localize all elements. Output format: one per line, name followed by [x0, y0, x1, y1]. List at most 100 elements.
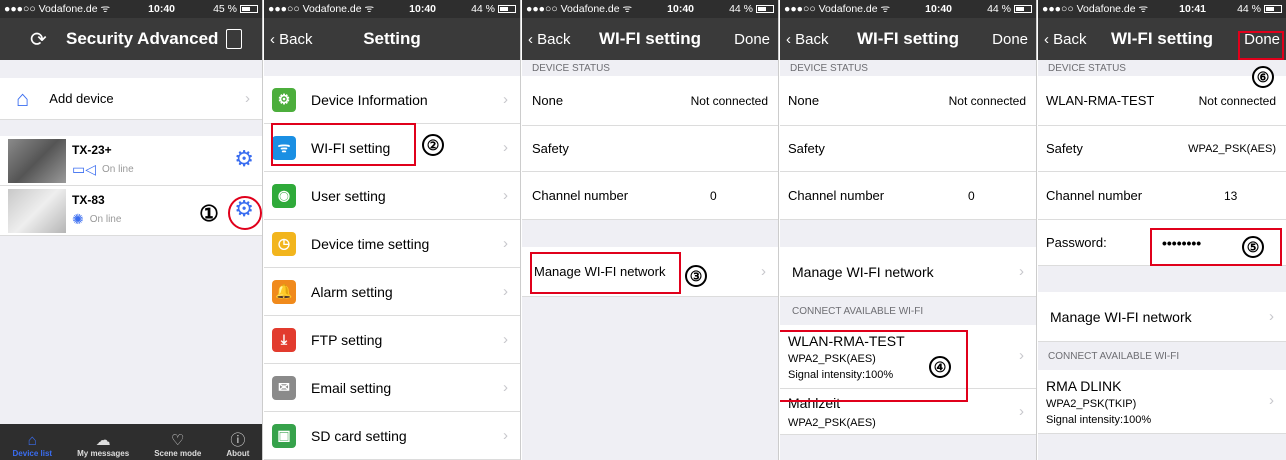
- section-header-device-status: DEVICE STATUS: [1038, 60, 1286, 76]
- settings-item[interactable]: ◷ Device time setting ›: [264, 220, 520, 268]
- chevron-right-icon: ›: [503, 331, 508, 348]
- info-icon: ⓘ: [230, 432, 246, 449]
- settings-item-label: Device time setting: [311, 235, 430, 252]
- nav-bar: ‹ Back Setting: [264, 18, 520, 60]
- tab-device-list[interactable]: ⌂ Device list: [12, 433, 53, 459]
- settings-item[interactable]: ⤓ FTP setting ›: [264, 316, 520, 364]
- chevron-right-icon: ›: [503, 235, 508, 252]
- page-title: Security Advanced: [66, 29, 219, 48]
- back-button[interactable]: ‹ Back: [1038, 31, 1087, 48]
- settings-item-label: User setting: [311, 187, 386, 204]
- highlight-box: [1238, 31, 1284, 60]
- section-header-device-status: DEVICE STATUS: [780, 60, 1036, 76]
- cloud-icon: ☁: [95, 432, 111, 449]
- step-marker: ①: [199, 201, 219, 226]
- heart-icon: ♡: [171, 432, 185, 449]
- section-header-available-wifi: CONNECT AVAILABLE WI-FI: [780, 297, 1036, 325]
- chevron-right-icon: ›: [1019, 403, 1024, 420]
- manage-wifi-row[interactable]: Manage WI-FI network ›: [780, 247, 1036, 297]
- device-settings-gear-icon[interactable]: ⚙: [234, 146, 254, 172]
- password-label: Password:: [1046, 235, 1107, 250]
- tab-scene-mode[interactable]: ♡ Scene mode: [154, 432, 202, 459]
- back-label: Back: [537, 30, 571, 48]
- carrier-label: ●●●○○ Vodafone.de ᯤ: [526, 3, 633, 15]
- lightbulb-icon: ✺: [72, 211, 84, 227]
- settings-item[interactable]: ✉ Email setting ›: [264, 364, 520, 412]
- bell-icon: 🔔: [272, 279, 296, 304]
- tab-label: About: [226, 449, 250, 458]
- carrier-label: ●●●○○ Vodafone.de ᯤ: [784, 3, 891, 15]
- status-bar: ●●●○○ Vodafone.de ᯤ 10:40 45 %: [0, 0, 262, 18]
- battery-label: 44 %: [729, 3, 753, 15]
- channel-label: Channel number: [1046, 188, 1143, 203]
- chevron-right-icon: ›: [503, 187, 508, 204]
- device-row[interactable]: TX-23+ ▭◁ On line ⚙: [0, 136, 262, 186]
- highlight-box: [530, 252, 681, 294]
- settings-item-label: SD card setting: [311, 427, 407, 444]
- settings-item[interactable]: ◉ User setting ›: [264, 172, 520, 220]
- back-label: Back: [1053, 30, 1087, 48]
- channel-value: 13: [1224, 188, 1238, 203]
- user-icon: ◉: [272, 183, 296, 208]
- device-row[interactable]: TX-83 ✺ On line ⚙: [0, 186, 262, 236]
- channel-label: Channel number: [788, 188, 885, 203]
- battery-icon: [1014, 5, 1032, 13]
- document-icon[interactable]: [226, 29, 242, 49]
- back-button[interactable]: ‹ Back: [264, 31, 313, 48]
- done-button[interactable]: Done: [992, 31, 1028, 48]
- connection-state: Not connected: [948, 93, 1026, 108]
- safety-label: Safety: [1046, 141, 1083, 156]
- channel-value: 0: [710, 188, 717, 203]
- battery-label: 45 %: [213, 3, 237, 15]
- done-button[interactable]: Done: [734, 31, 770, 48]
- safety-row: Safety WPA2_PSK(AES): [1038, 126, 1286, 172]
- add-device-row[interactable]: ⌂ Add device ›: [0, 78, 262, 120]
- channel-row: Channel number 13: [1038, 172, 1286, 220]
- chevron-right-icon: ›: [503, 379, 508, 396]
- battery-icon: [1264, 5, 1282, 13]
- back-button[interactable]: ‹ Back: [780, 31, 829, 48]
- chevron-right-icon: ›: [503, 283, 508, 300]
- network-name: WLAN-RMA-TEST: [1046, 93, 1155, 108]
- settings-item[interactable]: 🔔 Alarm setting ›: [264, 268, 520, 316]
- safety-row: Safety: [780, 126, 1036, 172]
- nav-bar: ‹ Back WI-FI setting Done: [522, 18, 778, 60]
- tab-label: Scene mode: [154, 449, 202, 458]
- connection-state: Not connected: [1198, 93, 1276, 108]
- tab-label: Device list: [12, 449, 53, 458]
- channel-row: Channel number 0: [522, 172, 778, 220]
- highlight-box: [271, 123, 416, 166]
- tab-my-messages[interactable]: ☁ My messages: [77, 432, 129, 459]
- settings-item-label: Alarm setting: [311, 283, 393, 300]
- network-name: None: [788, 93, 820, 108]
- settings-item[interactable]: ⚙ Device Information ›: [264, 76, 520, 124]
- step-marker: ⑥: [1252, 66, 1274, 88]
- clock-label: 10:40: [667, 3, 695, 15]
- settings-item[interactable]: ▣ SD card setting ›: [264, 412, 520, 460]
- chevron-right-icon: ›: [1019, 263, 1024, 280]
- battery-icon: [240, 5, 258, 13]
- refresh-icon[interactable]: ⟳: [30, 27, 47, 52]
- status-bar: ●●●○○ Vodafone.de ᯤ 10:40 44 %: [522, 0, 778, 18]
- envelope-icon: ✉: [272, 375, 296, 400]
- safety-label: Safety: [788, 141, 825, 156]
- back-button[interactable]: ‹ Back: [522, 31, 571, 48]
- status-bar: ●●●○○ Vodafone.de ᯤ 10:40 44 %: [780, 0, 1036, 18]
- chevron-right-icon: ›: [503, 427, 508, 444]
- manage-wifi-row[interactable]: Manage WI-FI network ›: [1038, 292, 1286, 342]
- settings-item-label: Device Information: [311, 91, 428, 108]
- device-status: On line: [102, 164, 134, 175]
- back-label: Back: [279, 30, 313, 48]
- tab-about[interactable]: ⓘ About: [226, 432, 250, 459]
- screen-wifi-setting: ●●●○○ Vodafone.de ᯤ 10:40 44 % ‹ Back WI…: [780, 0, 1037, 460]
- carrier-label: ●●●○○ Vodafone.de ᯤ: [268, 3, 375, 15]
- section-header-available-wifi: CONNECT AVAILABLE WI-FI: [1038, 342, 1286, 370]
- settings-item-label: Email setting: [311, 379, 392, 396]
- connection-state: Not connected: [690, 93, 768, 108]
- screen-wifi-setting: ●●●○○ Vodafone.de ᯤ 10:40 44 % ‹ Back WI…: [522, 0, 779, 460]
- network-status-row: None Not connected: [780, 76, 1036, 126]
- add-device-label: Add device: [49, 91, 114, 106]
- wifi-network-item[interactable]: RMA DLINK WPA2_PSK(TKIP) Signal intensit…: [1038, 370, 1286, 434]
- home-plus-icon: ⌂: [16, 85, 30, 111]
- network-status-row: WLAN-RMA-TEST Not connected: [1038, 76, 1286, 126]
